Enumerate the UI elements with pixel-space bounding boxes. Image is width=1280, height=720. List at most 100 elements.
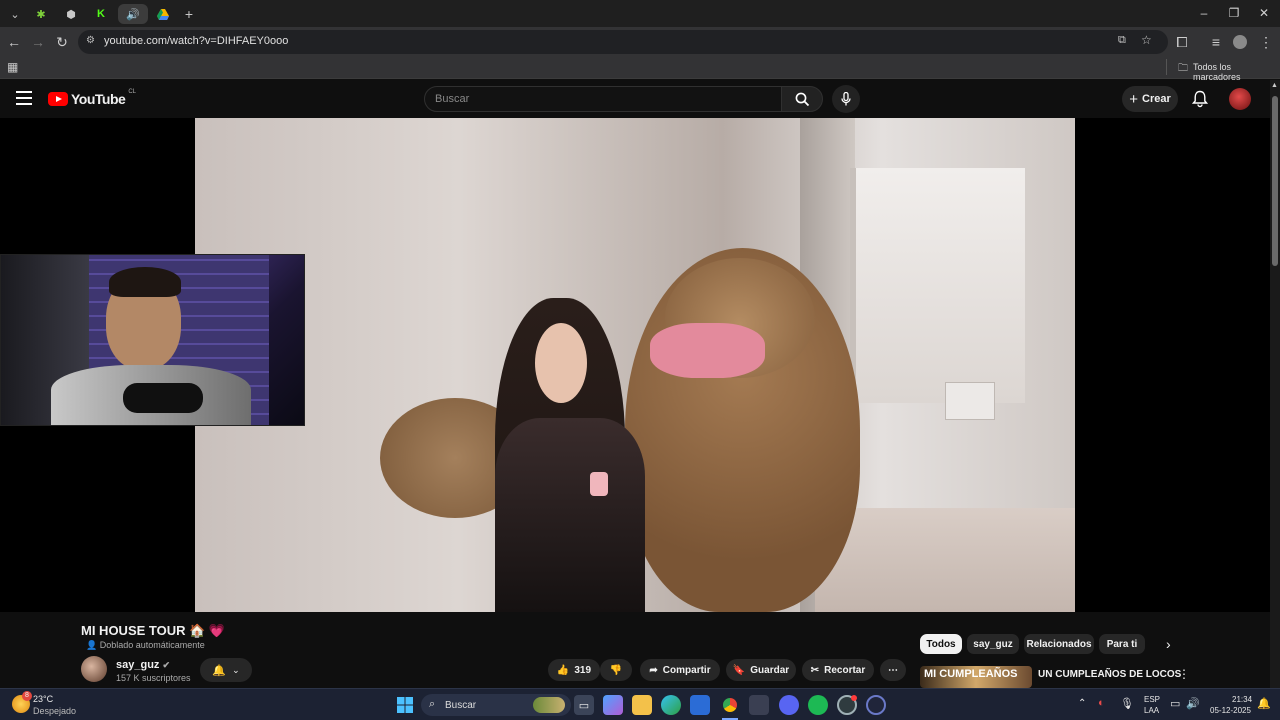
- channel-avatar[interactable]: [81, 656, 107, 682]
- copilot-icon[interactable]: [603, 695, 623, 715]
- tray-app-icon[interactable]: ◐: [1098, 697, 1105, 709]
- chevron-down-icon: ⌄: [232, 664, 240, 675]
- video-frame[interactable]: [195, 118, 1075, 612]
- url-text: youtube.com/watch?v=DIHFAEY0ooo: [104, 35, 289, 47]
- clock-time[interactable]: 21:34: [1232, 695, 1252, 704]
- windows-start-icon[interactable]: [395, 695, 415, 715]
- chips-next-arrow-icon[interactable]: ›: [1166, 636, 1171, 652]
- search-icon: [795, 92, 809, 106]
- tab-favicon-1[interactable]: ✱: [30, 4, 52, 24]
- like-count: 319: [574, 664, 592, 676]
- account-avatar[interactable]: [1229, 88, 1251, 110]
- wall-shelf: [850, 168, 1025, 403]
- address-bar[interactable]: ⚙ youtube.com/watch?v=DIHFAEY0ooo ⧉ ☆: [78, 30, 1168, 54]
- app-icon-generic[interactable]: [749, 695, 769, 715]
- like-button[interactable]: 👍 319: [548, 659, 600, 681]
- tab-favicon-drive[interactable]: [152, 4, 174, 24]
- youtube-play-icon: [48, 92, 68, 106]
- video-info-section: MI HOUSE TOUR 🏠 💗 👤 Doblado automáticame…: [0, 612, 1270, 688]
- region-code: CL: [128, 89, 136, 95]
- weather-desc: Despejado: [33, 706, 77, 716]
- taskbar-search[interactable]: ⌕ Buscar: [421, 694, 571, 716]
- streamer-hair: [109, 267, 181, 297]
- youtube-wordmark: YouTube: [71, 91, 126, 107]
- chip-channel[interactable]: say_guz: [967, 634, 1019, 654]
- chrome-icon[interactable]: [720, 695, 740, 715]
- tray-mic-icon[interactable]: 🎙: [1120, 697, 1134, 710]
- discord-icon[interactable]: [779, 695, 799, 715]
- video-player[interactable]: [0, 118, 1270, 612]
- picture-in-picture-webcam[interactable]: [0, 254, 305, 426]
- store-icon[interactable]: [690, 695, 710, 715]
- minimize-icon[interactable]: –: [1190, 4, 1218, 22]
- reload-icon[interactable]: ↻: [52, 32, 72, 52]
- task-view-icon[interactable]: ▭: [574, 695, 594, 715]
- share-button[interactable]: ➦ Compartir: [640, 659, 720, 681]
- restore-icon[interactable]: ❐: [1220, 4, 1248, 22]
- tab-search-menu-icon[interactable]: ⌄: [4, 4, 26, 24]
- scissors-icon: ✂: [810, 664, 820, 676]
- extensions-icon[interactable]: ⧠: [1172, 32, 1192, 52]
- recommended-more-icon[interactable]: ⋮: [1178, 667, 1190, 681]
- create-label: Crear: [1142, 93, 1171, 105]
- clip-button[interactable]: ✂ Recortar: [802, 659, 874, 681]
- search-placeholder: Buscar: [435, 93, 470, 105]
- close-window-icon[interactable]: ✕: [1250, 4, 1278, 22]
- subscription-bell-button[interactable]: 🔔 ⌄: [200, 658, 252, 682]
- more-actions-button[interactable]: ⋯: [880, 659, 906, 681]
- clip-label: Recortar: [824, 664, 866, 676]
- chip-all[interactable]: Todos: [920, 634, 962, 654]
- folder-icon[interactable]: 🗀: [1178, 61, 1188, 78]
- new-tab-button[interactable]: +: [178, 4, 200, 24]
- spotify-icon[interactable]: [808, 695, 828, 715]
- recommended-video-title[interactable]: UN CUMPLEAÑOS DE LOCOS: [1038, 669, 1181, 680]
- profile-icon[interactable]: [1230, 32, 1250, 52]
- edge-icon[interactable]: [661, 695, 681, 715]
- notifications-bell-icon[interactable]: [1191, 90, 1209, 113]
- dislike-button[interactable]: 👎: [600, 659, 632, 681]
- chip-for-you[interactable]: Para ti: [1099, 634, 1145, 654]
- apps-grid-icon[interactable]: ▦: [7, 60, 18, 74]
- taskbar-search-label: Buscar: [445, 700, 477, 711]
- language-bottom: LAA: [1144, 706, 1160, 715]
- weather-temp[interactable]: 23°C: [33, 694, 53, 704]
- notification-center-icon[interactable]: 🔔: [1257, 697, 1271, 710]
- windows-taskbar: 8 23°C Despejado ⌕ Buscar ▭ ⌃ ◐ 🎙 ESP LA…: [0, 688, 1280, 720]
- search-input[interactable]: Buscar: [424, 86, 782, 112]
- language-top[interactable]: ESP: [1144, 695, 1160, 704]
- page-scrollbar[interactable]: ▲: [1270, 80, 1280, 688]
- save-button[interactable]: 🔖 Guardar: [726, 659, 796, 681]
- video-title: MI HOUSE TOUR 🏠 💗: [81, 623, 226, 638]
- verified-icon: ✔: [162, 660, 171, 670]
- tab-favicon-2[interactable]: ⬢: [60, 4, 82, 24]
- tray-overflow-icon[interactable]: ⌃: [1078, 698, 1086, 709]
- bookmark-star-icon[interactable]: ☆: [1141, 33, 1152, 47]
- youtube-logo[interactable]: YouTube CL: [48, 89, 136, 107]
- voice-search-button[interactable]: [832, 85, 860, 113]
- subscriber-count: 157 K suscriptores: [116, 673, 191, 683]
- person-face: [535, 323, 587, 403]
- scrollbar-thumb[interactable]: [1272, 96, 1278, 266]
- file-explorer-icon[interactable]: [632, 695, 652, 715]
- channel-name[interactable]: say_guz ✔: [116, 659, 170, 671]
- thumbs-up-icon: 👍: [556, 664, 570, 676]
- create-button[interactable]: + Crear: [1122, 86, 1178, 112]
- scroll-up-arrow-icon[interactable]: ▲: [1271, 82, 1278, 89]
- clock-date: 05-12-2025: [1210, 706, 1251, 715]
- obs-icon[interactable]: [866, 695, 886, 715]
- tab-favicon-kick[interactable]: K: [90, 4, 112, 24]
- site-info-icon[interactable]: ⚙: [86, 35, 95, 46]
- tab-active-audio-icon[interactable]: 🔊: [118, 4, 148, 24]
- chip-related[interactable]: Relacionados: [1024, 634, 1094, 654]
- all-bookmarks-link[interactable]: Todos los marcadores: [1193, 62, 1280, 82]
- network-icon[interactable]: ▭: [1170, 697, 1180, 710]
- volume-icon[interactable]: 🔊: [1186, 697, 1200, 710]
- search-button[interactable]: [781, 86, 823, 112]
- cast-icon[interactable]: ⧉: [1118, 34, 1126, 47]
- back-arrow-icon[interactable]: ←: [4, 32, 24, 52]
- forward-arrow-icon[interactable]: →: [28, 32, 48, 52]
- browser-menu-icon[interactable]: ⋮: [1256, 32, 1276, 52]
- recommended-video-thumbnail[interactable]: MI CUMPLEAÑOS: [920, 666, 1032, 688]
- hamburger-menu-icon[interactable]: [16, 91, 32, 105]
- media-controls-icon[interactable]: ≡: [1206, 32, 1226, 52]
